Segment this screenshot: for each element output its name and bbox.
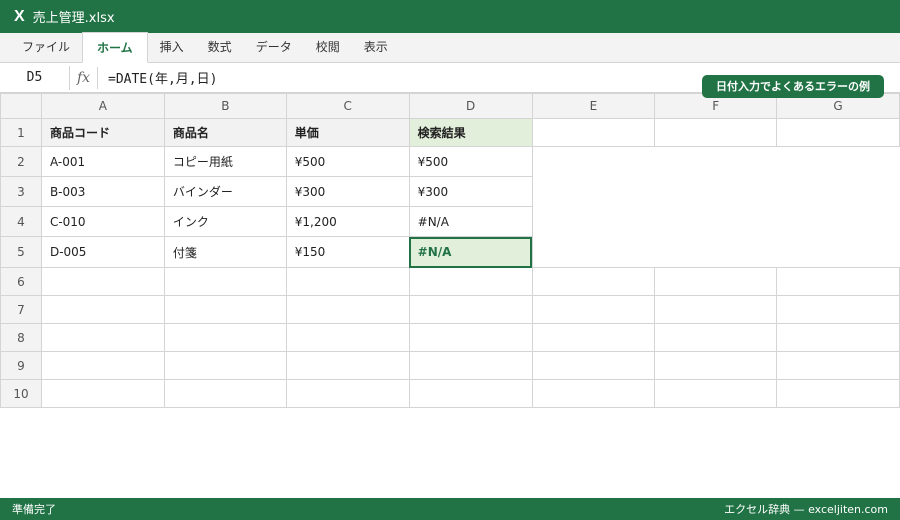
tab-formulas[interactable]: 数式 (196, 32, 244, 62)
cell-c6[interactable] (285, 267, 410, 296)
tab-home[interactable]: ホーム (82, 32, 148, 63)
cell-f1[interactable] (654, 118, 778, 147)
cell-d7[interactable] (408, 295, 533, 324)
status-site: エクセル辞典 — exceljiten.com (724, 503, 888, 516)
cell-b1[interactable]: 商品名 (163, 118, 287, 147)
cell-g9[interactable] (776, 351, 900, 380)
cell-f8[interactable] (654, 323, 778, 352)
cell-e9[interactable] (531, 351, 656, 380)
cell-a6[interactable] (40, 267, 165, 296)
cell-b7[interactable] (163, 295, 287, 324)
cell-c4[interactable]: ¥1,200 (285, 206, 410, 237)
title-bar: X 売上管理.xlsx (0, 0, 900, 33)
tab-data[interactable]: データ (244, 32, 304, 62)
cell-b10[interactable] (163, 379, 287, 408)
cell-d10[interactable] (408, 379, 533, 408)
column-header-c[interactable]: C (285, 93, 410, 119)
row-header-4[interactable]: 4 (0, 206, 42, 237)
column-header-e[interactable]: E (531, 93, 656, 119)
name-box[interactable]: D5 (0, 65, 70, 90)
cell-c10[interactable] (285, 379, 410, 408)
cell-a5[interactable]: D-005 (40, 236, 165, 268)
cell-a9[interactable] (40, 351, 165, 380)
tab-file[interactable]: ファイル (10, 32, 82, 62)
cell-g7[interactable] (776, 295, 900, 324)
column-header-d[interactable]: D (408, 93, 533, 119)
blank-area (532, 146, 900, 268)
callout-badge: 日付入力でよくあるエラーの例 (702, 75, 884, 98)
cell-e1[interactable] (531, 118, 656, 147)
tab-insert[interactable]: 挿入 (148, 32, 196, 62)
cell-d9[interactable] (408, 351, 533, 380)
row-header-8[interactable]: 8 (0, 323, 42, 352)
cell-c5[interactable]: ¥150 (285, 236, 410, 268)
ribbon-tabs: ファイル ホーム 挿入 数式 データ 校閲 表示 (0, 32, 900, 63)
cell-c1[interactable]: 単価 (285, 118, 410, 147)
cell-d5-selected[interactable]: #N/A (408, 236, 533, 268)
tab-review[interactable]: 校閲 (304, 32, 352, 62)
cell-d8[interactable] (408, 323, 533, 352)
cell-d2[interactable]: ¥500 (408, 146, 533, 177)
row-header-10[interactable]: 10 (0, 379, 42, 408)
cell-d4[interactable]: #N/A (408, 206, 533, 237)
column-header-b[interactable]: B (163, 93, 287, 119)
cell-c9[interactable] (285, 351, 410, 380)
formula-input[interactable]: =DATE(年,月,日) (98, 68, 217, 87)
cell-d6[interactable] (408, 267, 533, 296)
cell-e6[interactable] (531, 267, 656, 296)
cell-a10[interactable] (40, 379, 165, 408)
row-header-5[interactable]: 5 (0, 236, 42, 268)
row-header-6[interactable]: 6 (0, 267, 42, 296)
cell-f7[interactable] (654, 295, 778, 324)
cell-g1[interactable] (776, 118, 900, 147)
cell-b4[interactable]: インク (163, 206, 287, 237)
cell-e10[interactable] (531, 379, 656, 408)
status-bar: 準備完了 エクセル辞典 — exceljiten.com (0, 498, 900, 520)
cell-a8[interactable] (40, 323, 165, 352)
tab-view[interactable]: 表示 (352, 32, 400, 62)
cell-f10[interactable] (654, 379, 778, 408)
fx-icon[interactable]: fx (70, 66, 98, 89)
cell-a2[interactable]: A-001 (40, 146, 165, 177)
cell-b9[interactable] (163, 351, 287, 380)
excel-icon: X (14, 7, 25, 25)
row-header-1[interactable]: 1 (0, 118, 42, 147)
cell-c8[interactable] (285, 323, 410, 352)
status-ready: 準備完了 (12, 503, 56, 516)
row-header-2[interactable]: 2 (0, 146, 42, 177)
cell-a7[interactable] (40, 295, 165, 324)
column-header-a[interactable]: A (40, 93, 165, 119)
cell-f6[interactable] (654, 267, 778, 296)
row-header-9[interactable]: 9 (0, 351, 42, 380)
cell-b3[interactable]: バインダー (163, 176, 287, 207)
row-header-3[interactable]: 3 (0, 176, 42, 207)
cell-b6[interactable] (163, 267, 287, 296)
cell-g6[interactable] (776, 267, 900, 296)
cell-g10[interactable] (776, 379, 900, 408)
cell-a4[interactable]: C-010 (40, 206, 165, 237)
cell-d1[interactable]: 検索結果 (408, 118, 533, 147)
cell-b8[interactable] (163, 323, 287, 352)
cell-e8[interactable] (531, 323, 656, 352)
window-title: 売上管理.xlsx (32, 11, 115, 26)
cell-a3[interactable]: B-003 (40, 176, 165, 207)
select-all-corner[interactable] (0, 93, 42, 119)
cell-d3[interactable]: ¥300 (408, 176, 533, 207)
spreadsheet-grid: A B C D E F G 1 商品コード 商品名 単価 検索結果 2 A-00… (0, 93, 900, 408)
row-header-7[interactable]: 7 (0, 295, 42, 324)
cell-e7[interactable] (531, 295, 656, 324)
cell-f9[interactable] (654, 351, 778, 380)
cell-b2[interactable]: コピー用紙 (163, 146, 287, 177)
cell-c3[interactable]: ¥300 (285, 176, 410, 207)
cell-c2[interactable]: ¥500 (285, 146, 410, 177)
cell-b5[interactable]: 付箋 (163, 236, 287, 268)
cell-c7[interactable] (285, 295, 410, 324)
cell-a1[interactable]: 商品コード (40, 118, 165, 147)
cell-g8[interactable] (776, 323, 900, 352)
